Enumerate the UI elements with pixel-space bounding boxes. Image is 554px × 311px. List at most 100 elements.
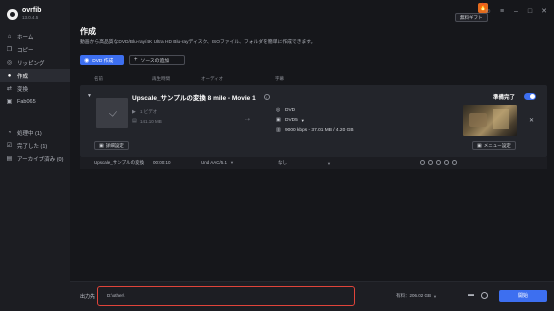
bitrate-info: ▥ 9000 kbps - 37.01 MB / 4.20 GB xyxy=(276,127,354,133)
sidebar-item-label: コピー xyxy=(17,47,34,54)
column-header-audio: オーディオ xyxy=(201,76,224,81)
logo-icon xyxy=(7,8,18,20)
video-count-text: 1 ビデオ xyxy=(140,109,158,114)
disc-icon[interactable] xyxy=(481,292,488,299)
output-format: ◎ DVD xyxy=(276,107,295,113)
chevron-down-icon: ▼ xyxy=(300,117,305,123)
cut-icon[interactable] xyxy=(436,160,441,165)
effect-icon[interactable] xyxy=(444,160,449,165)
processing-icon: ◔ xyxy=(7,129,12,136)
sidebar-item-ripping[interactable]: ◎ リッピング xyxy=(0,56,70,69)
audio-select-value: Und AAC/5.1 xyxy=(201,160,228,165)
menu-settings-button[interactable]: ▣ メニュー設定 xyxy=(472,141,516,150)
settings-icon: ▣ xyxy=(477,142,482,149)
create-icon: ● xyxy=(7,72,12,79)
sidebar-item-label: 変換 xyxy=(17,86,29,93)
output-label: 出力先 xyxy=(80,294,96,300)
disc-icon: ◎ xyxy=(276,107,281,113)
video-thumbnail[interactable] xyxy=(96,98,128,128)
sidebar-item-processing[interactable]: ◔ 処理中 (1) xyxy=(0,126,70,139)
bottom-bar: 出力先 D:\other\ 有料：206.02 GB ▼ ▬ 開始 xyxy=(70,281,554,311)
output-path-field[interactable]: D:\other\ xyxy=(97,286,355,306)
column-header-duration: 再生時間 xyxy=(152,76,170,81)
disk-size-select[interactable]: 有料：206.02 GB ▼ xyxy=(396,293,437,299)
sidebar-item-done[interactable]: ☑ 完了した (1) xyxy=(0,139,70,152)
rip-icon: ◎ xyxy=(6,60,13,66)
done-icon: ☑ xyxy=(6,143,13,149)
user-icon[interactable]: ☺ xyxy=(484,8,492,16)
video-icon: ▶ xyxy=(132,109,136,115)
row-actions xyxy=(420,160,460,165)
subtitle-icon[interactable] xyxy=(452,160,457,165)
title-name[interactable]: Upscale_サンプルの変換 8 mile - Movie 1 xyxy=(132,92,256,102)
home-icon: ⌂ xyxy=(7,33,12,40)
subtitle-select[interactable]: なし ▼ xyxy=(278,160,331,166)
add-source-label: ソースの追加 xyxy=(140,58,170,64)
video-count: ▶ 1 ビデオ xyxy=(132,109,157,115)
sidebar-item-label: 作成 xyxy=(17,73,29,80)
row-time: 00:00:10 xyxy=(153,160,171,165)
sidebar-item-label: ホーム xyxy=(17,34,34,41)
close-icon[interactable]: ✕ xyxy=(540,8,548,16)
dvd-icon: ▣ xyxy=(276,117,281,123)
close-icon[interactable]: ✕ xyxy=(529,117,534,124)
archive-icon: ▤ xyxy=(6,156,13,162)
play-icon[interactable] xyxy=(420,160,425,165)
output-path-value: D:\other\ xyxy=(107,293,125,298)
sidebar-item-fab[interactable]: ▣ Fab065 xyxy=(0,95,70,108)
chevron-down-icon[interactable]: ▼ xyxy=(87,93,92,99)
page-title: 作成 xyxy=(80,27,96,36)
menu-settings-label: メニュー設定 xyxy=(483,142,511,148)
chevron-down-icon: ▼ xyxy=(327,160,331,166)
source-size: ▤ 141.10 MB xyxy=(132,118,162,124)
page-description: 動画から高品質なDVD/Blu-ray/4K Ultra HD Blu-rayデ… xyxy=(80,40,316,45)
menu-preview-thumbnail[interactable] xyxy=(463,105,517,136)
app-version: 13.0.4.5 xyxy=(22,15,39,20)
sidebar-item-create[interactable]: ● 作成 xyxy=(0,69,70,82)
arrow-right-icon: ⇢ xyxy=(245,117,251,123)
folder-icon[interactable]: ▬ xyxy=(468,292,474,298)
info-icon[interactable]: i xyxy=(263,94,270,100)
disk-size-value: 有料：206.02 GB xyxy=(396,293,432,298)
start-button[interactable]: 開始 xyxy=(499,290,547,302)
sidebar-item-archived[interactable]: ▤ アーカイブ済み (0) xyxy=(0,152,70,165)
sidebar-item-copy[interactable]: ❐ コピー xyxy=(0,43,70,56)
sidebar-item-label: アーカイブ済み (0) xyxy=(17,156,64,163)
sidebar-item-label: Fab065 xyxy=(17,98,36,105)
minimize-icon[interactable]: – xyxy=(512,8,520,16)
row-name: Upscale_サンプルの変換 xyxy=(94,160,145,165)
add-source-button[interactable]: + ソースの追加 xyxy=(129,55,185,65)
maximize-icon[interactable]: □ xyxy=(526,8,534,16)
dvd-create-label: DVD 作成 xyxy=(92,58,114,64)
sidebar: ovrfib 13.0.4.5 ⌂ ホーム ❐ コピー ◎ リッピング ● 作成… xyxy=(0,0,70,311)
sidebar-item-label: 処理中 (1) xyxy=(17,130,42,137)
column-header-name: 名前 xyxy=(94,76,103,81)
enable-toggle[interactable] xyxy=(524,93,536,100)
output-format-text: DVD xyxy=(285,107,296,113)
source-size-text: 141.10 MB xyxy=(140,118,162,124)
sidebar-item-convert[interactable]: ⇄ 変換 xyxy=(0,82,70,95)
edit-icon[interactable] xyxy=(428,160,433,165)
settings-icon: ▣ xyxy=(99,142,104,149)
output-type-select[interactable]: ▣ DVD5 ▼ xyxy=(276,117,305,123)
fab-icon: ▣ xyxy=(6,99,13,105)
top-bar: 🔥 無料ギフト ☺ ≡ – □ ✕ xyxy=(70,0,554,24)
subtitle-select-value: なし xyxy=(278,160,287,165)
chart-icon: ▥ xyxy=(276,127,281,133)
copy-icon: ❐ xyxy=(6,47,13,53)
plus-icon: + xyxy=(134,57,138,63)
bitrate-text: 9000 kbps - 37.01 MB / 4.20 GB xyxy=(285,127,354,133)
status-label: 準備完了 xyxy=(493,95,516,101)
app-logo: ovrfib 13.0.4.5 xyxy=(7,7,41,21)
app-name: ovrfib xyxy=(22,7,42,14)
convert-icon: ⇄ xyxy=(6,86,13,92)
chevron-down-icon: ▼ xyxy=(433,293,437,299)
table-row: Upscale_サンプルの変換 00:00:10 Und AAC/5.1 ▼ な… xyxy=(80,157,547,169)
disc-icon: ◉ xyxy=(84,57,90,64)
audio-select[interactable]: Und AAC/5.1 ▼ xyxy=(201,160,234,165)
menu-icon[interactable]: ≡ xyxy=(498,8,506,16)
advanced-settings-button[interactable]: ▣ 詳細設定 xyxy=(94,141,129,150)
sidebar-item-home[interactable]: ⌂ ホーム xyxy=(0,30,70,43)
output-type-text: DVD5 xyxy=(285,117,298,123)
dvd-create-button[interactable]: ◉ DVD 作成 xyxy=(80,55,124,65)
